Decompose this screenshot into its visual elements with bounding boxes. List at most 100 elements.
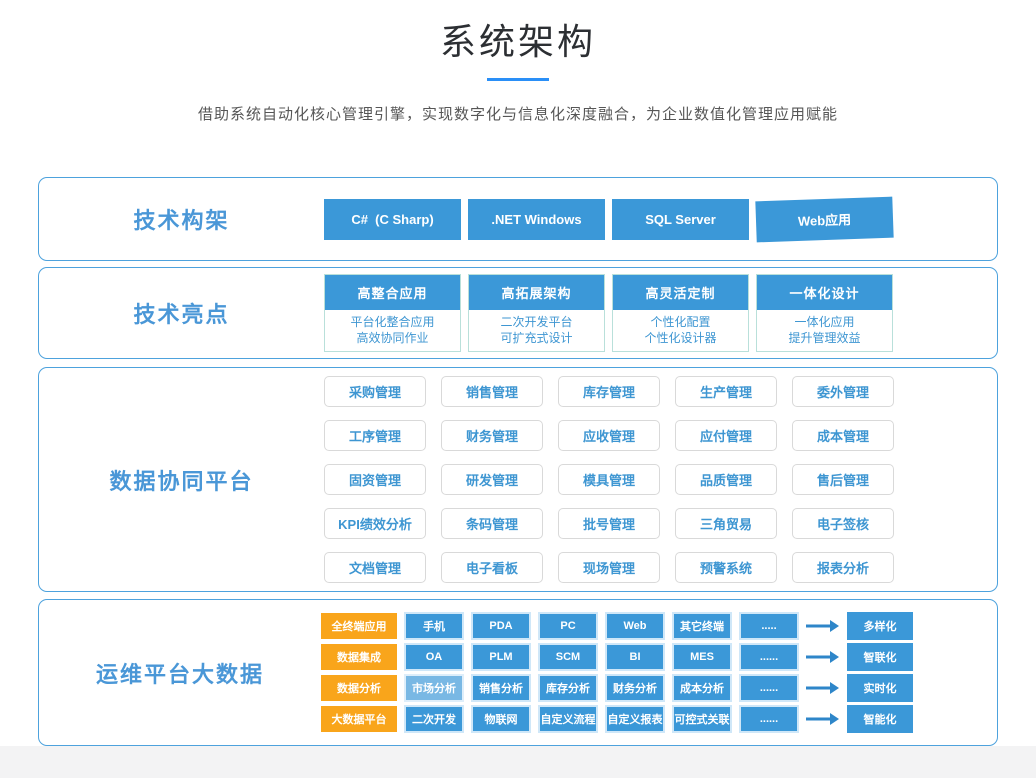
module-chip: 报表分析 bbox=[792, 552, 894, 583]
category-button: 数据分析 bbox=[321, 675, 397, 701]
highlight-card-header: 一体化设计 bbox=[757, 275, 892, 310]
module-grid: 采购管理 销售管理 库存管理 生产管理 委外管理 工序管理 财务管理 应收管理 … bbox=[324, 376, 896, 583]
section-data-platform-label: 数据协同平台 bbox=[39, 464, 324, 496]
section-highlights: 技术亮点 高整合应用 平台化整合应用 高效协同作业 高拓展架构 二次开发平台 可… bbox=[38, 267, 998, 359]
module-chip: 条码管理 bbox=[441, 508, 543, 539]
big-data-rows: 全终端应用 手机 PDA PC Web 其它终端 ..... 多样化 数据集成 … bbox=[321, 612, 913, 733]
highlight-card-body: 一体化应用 提升管理效益 bbox=[757, 310, 892, 351]
highlight-line: 一体化应用 bbox=[759, 314, 890, 330]
highlight-card-header: 高拓展架构 bbox=[469, 275, 604, 310]
module-chip: 固资管理 bbox=[324, 464, 426, 495]
platform-item: 手机 bbox=[404, 612, 464, 640]
highlight-card-body: 个性化配置 个性化设计器 bbox=[613, 310, 748, 351]
platform-item: 库存分析 bbox=[538, 674, 598, 702]
highlight-card-header: 高整合应用 bbox=[325, 275, 460, 310]
page-footer-strip bbox=[0, 746, 1036, 778]
big-data-row-analysis: 数据分析 市场分析 销售分析 库存分析 财务分析 成本分析 ...... 实时化 bbox=[321, 674, 913, 702]
module-chip: 应付管理 bbox=[675, 420, 777, 451]
module-chip: 销售管理 bbox=[441, 376, 543, 407]
section-big-data-label: 运维平台大数据 bbox=[39, 657, 321, 689]
result-button: 智能化 bbox=[847, 705, 913, 733]
platform-item: PLM bbox=[471, 643, 531, 671]
platform-item: PDA bbox=[471, 612, 531, 640]
highlight-cards: 高整合应用 平台化整合应用 高效协同作业 高拓展架构 二次开发平台 可扩充式设计… bbox=[324, 274, 893, 352]
module-chip: 采购管理 bbox=[324, 376, 426, 407]
result-button: 多样化 bbox=[847, 612, 913, 640]
highlight-line: 个性化设计器 bbox=[615, 330, 746, 346]
highlight-card: 高拓展架构 二次开发平台 可扩充式设计 bbox=[468, 274, 605, 352]
section-big-data: 运维平台大数据 全终端应用 手机 PDA PC Web 其它终端 ..... 多… bbox=[38, 599, 998, 746]
module-chip: 生产管理 bbox=[675, 376, 777, 407]
module-chip: 库存管理 bbox=[558, 376, 660, 407]
page-title: 系统架构 bbox=[0, 22, 1036, 62]
highlight-line: 平台化整合应用 bbox=[327, 314, 458, 330]
highlight-line: 提升管理效益 bbox=[759, 330, 890, 346]
module-chip: 售后管理 bbox=[792, 464, 894, 495]
arrow-right-icon bbox=[806, 712, 840, 726]
highlight-card-body: 平台化整合应用 高效协同作业 bbox=[325, 310, 460, 351]
result-button: 智联化 bbox=[847, 643, 913, 671]
module-chip: KPI绩效分析 bbox=[324, 508, 426, 539]
category-button: 大数据平台 bbox=[321, 706, 397, 732]
platform-item: 成本分析 bbox=[672, 674, 732, 702]
tech-stack-item-web: Web应用 bbox=[755, 196, 893, 242]
platform-item-more: ...... bbox=[739, 674, 799, 702]
platform-item: 销售分析 bbox=[471, 674, 531, 702]
platform-item: 自定义报表 bbox=[605, 705, 665, 733]
module-chip: 预警系统 bbox=[675, 552, 777, 583]
highlight-card: 一体化设计 一体化应用 提升管理效益 bbox=[756, 274, 893, 352]
module-chip: 委外管理 bbox=[792, 376, 894, 407]
highlight-line: 个性化配置 bbox=[615, 314, 746, 330]
highlight-card-header: 高灵活定制 bbox=[613, 275, 748, 310]
big-data-row-integration: 数据集成 OA PLM SCM BI MES ...... 智联化 bbox=[321, 643, 913, 671]
platform-item-more: ..... bbox=[739, 612, 799, 640]
platform-item: 市场分析 bbox=[404, 674, 464, 702]
platform-item: PC bbox=[538, 612, 598, 640]
module-chip: 电子签核 bbox=[792, 508, 894, 539]
tech-stack-item-dotnet: .NET Windows bbox=[468, 199, 605, 240]
module-chip: 三角贸易 bbox=[675, 508, 777, 539]
module-chip: 品质管理 bbox=[675, 464, 777, 495]
platform-item: OA bbox=[404, 643, 464, 671]
module-chip: 电子看板 bbox=[441, 552, 543, 583]
category-button: 全终端应用 bbox=[321, 613, 397, 639]
highlight-line: 高效协同作业 bbox=[327, 330, 458, 346]
module-chip: 文档管理 bbox=[324, 552, 426, 583]
category-button: 数据集成 bbox=[321, 644, 397, 670]
section-highlights-label: 技术亮点 bbox=[39, 297, 324, 329]
module-chip: 批号管理 bbox=[558, 508, 660, 539]
module-chip: 应收管理 bbox=[558, 420, 660, 451]
module-chip: 研发管理 bbox=[441, 464, 543, 495]
tech-stack-buttons: C# (C Sharp) .NET Windows SQL Server Web… bbox=[324, 199, 893, 240]
page-subtitle: 借助系统自动化核心管理引擎，实现数字化与信息化深度融合，为企业数值化管理应用赋能 bbox=[0, 105, 1036, 125]
section-tech-stack-label: 技术构架 bbox=[39, 203, 324, 235]
highlight-card: 高整合应用 平台化整合应用 高效协同作业 bbox=[324, 274, 461, 352]
arrow-right-icon bbox=[806, 681, 840, 695]
platform-item: 二次开发 bbox=[404, 705, 464, 733]
tech-stack-item-sqlserver: SQL Server bbox=[612, 199, 749, 240]
module-chip: 工序管理 bbox=[324, 420, 426, 451]
platform-item: 自定义流程 bbox=[538, 705, 598, 733]
result-button: 实时化 bbox=[847, 674, 913, 702]
module-chip: 现场管理 bbox=[558, 552, 660, 583]
platform-item: Web bbox=[605, 612, 665, 640]
platform-item: BI bbox=[605, 643, 665, 671]
arrow-right-icon bbox=[806, 619, 840, 633]
platform-item-more: ...... bbox=[739, 643, 799, 671]
highlight-line: 可扩充式设计 bbox=[471, 330, 602, 346]
platform-item: 物联网 bbox=[471, 705, 531, 733]
tech-stack-item-csharp: C# (C Sharp) bbox=[324, 199, 461, 240]
section-tech-stack: 技术构架 C# (C Sharp) .NET Windows SQL Serve… bbox=[38, 177, 998, 261]
big-data-row-terminals: 全终端应用 手机 PDA PC Web 其它终端 ..... 多样化 bbox=[321, 612, 913, 640]
highlight-line: 二次开发平台 bbox=[471, 314, 602, 330]
platform-item-more: ...... bbox=[739, 705, 799, 733]
big-data-row-platform: 大数据平台 二次开发 物联网 自定义流程 自定义报表 可控式关联 ...... … bbox=[321, 705, 913, 733]
module-chip: 财务管理 bbox=[441, 420, 543, 451]
sections-wrapper: 技术构架 C# (C Sharp) .NET Windows SQL Serve… bbox=[38, 177, 998, 746]
section-data-platform: 数据协同平台 采购管理 销售管理 库存管理 生产管理 委外管理 工序管理 财务管… bbox=[38, 367, 998, 592]
module-chip: 成本管理 bbox=[792, 420, 894, 451]
hero: 系统架构 借助系统自动化核心管理引擎，实现数字化与信息化深度融合，为企业数值化管… bbox=[0, 0, 1036, 125]
platform-item: 其它终端 bbox=[672, 612, 732, 640]
platform-item: 财务分析 bbox=[605, 674, 665, 702]
highlight-card-body: 二次开发平台 可扩充式设计 bbox=[469, 310, 604, 351]
